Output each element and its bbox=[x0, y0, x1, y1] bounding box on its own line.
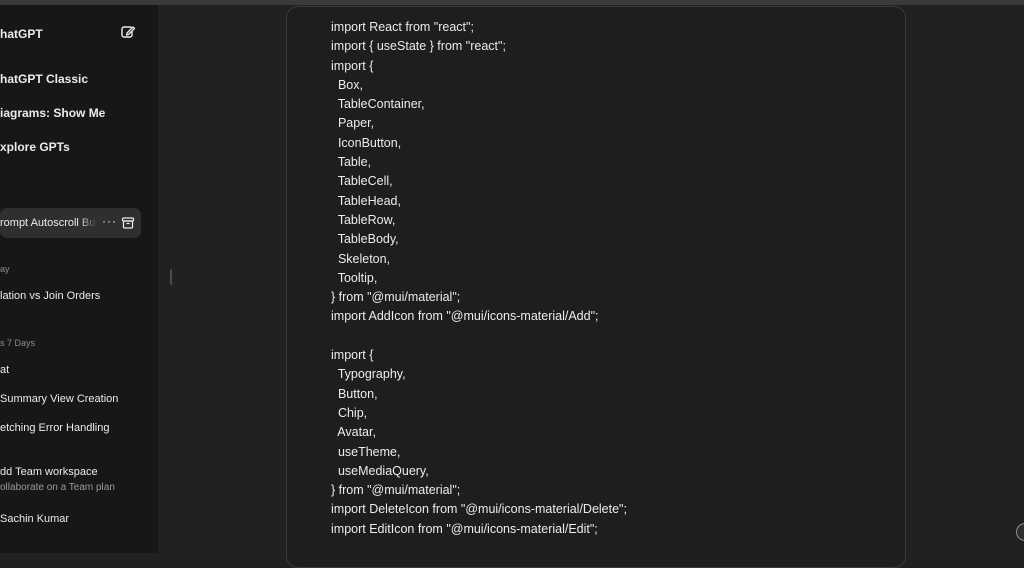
code-line: TableRow, bbox=[331, 212, 396, 227]
code-line: TableBody, bbox=[331, 232, 399, 247]
chat-item[interactable]: Summary View Creation bbox=[0, 393, 118, 405]
code-line: TableHead, bbox=[331, 193, 401, 208]
section-heading: s 7 Days bbox=[0, 338, 36, 348]
code-line: useTheme, bbox=[331, 444, 401, 459]
code-line: import AddIcon from "@mui/icons-material… bbox=[331, 309, 599, 324]
code-line: Button, bbox=[331, 386, 378, 401]
code-line: useMediaQuery, bbox=[331, 463, 429, 478]
more-options-button[interactable]: ··· bbox=[102, 214, 117, 228]
code-line: import React from "react"; bbox=[331, 20, 474, 34]
code-lines: import React from "react"; import { useSt… bbox=[331, 18, 627, 539]
sidebar-resize-handle[interactable] bbox=[170, 269, 172, 285]
chat-item[interactable]: at bbox=[0, 364, 9, 376]
code-line: } from "@mui/material"; bbox=[331, 483, 461, 498]
chat-item-label: rompt Autoscroll Bu bbox=[0, 217, 96, 229]
gpt-item[interactable]: iagrams: Show Me bbox=[0, 106, 105, 120]
code-line: } from "@mui/material"; bbox=[331, 290, 461, 305]
chat-item[interactable]: etching Error Handling bbox=[0, 422, 109, 434]
code-line: import { bbox=[331, 58, 374, 73]
code-line: Tooltip, bbox=[331, 270, 378, 285]
code-line: Table, bbox=[331, 155, 372, 170]
team-title: dd Team workspace bbox=[0, 466, 98, 478]
edit-icon[interactable] bbox=[120, 24, 136, 40]
section-heading: ay bbox=[0, 264, 10, 274]
chat-item-active[interactable]: rompt Autoscroll Bu ··· bbox=[0, 208, 141, 238]
code-line: Chip, bbox=[331, 405, 368, 420]
code-line: Typography, bbox=[331, 367, 406, 382]
code-line: import { useState } from "react"; bbox=[331, 39, 506, 54]
code-line: Avatar, bbox=[331, 425, 376, 440]
code-line: import EditIcon from "@mui/icons-materia… bbox=[331, 521, 598, 536]
user-name[interactable]: Sachin Kumar bbox=[0, 513, 69, 525]
app-title[interactable]: hatGPT bbox=[0, 27, 43, 41]
code-line: import { bbox=[331, 348, 374, 363]
sidebar: hatGPT hatGPT Classic iagrams: Show Me x… bbox=[0, 5, 158, 553]
code-line: TableCell, bbox=[331, 174, 393, 189]
team-subtitle: ollaborate on a Team plan bbox=[0, 482, 115, 493]
code-line: Skeleton, bbox=[331, 251, 391, 266]
code-line: import DeleteIcon from "@mui/icons-mater… bbox=[331, 502, 627, 517]
code-line: Box, bbox=[331, 77, 363, 92]
gpt-item[interactable]: hatGPT Classic bbox=[0, 72, 88, 86]
chat-item[interactable]: lation vs Join Orders bbox=[0, 290, 100, 302]
code-line: IconButton, bbox=[331, 135, 402, 150]
code-line: Paper, bbox=[331, 116, 375, 131]
help-button[interactable] bbox=[1016, 523, 1024, 541]
archive-icon[interactable] bbox=[121, 216, 135, 230]
gpt-item[interactable]: xplore GPTs bbox=[0, 140, 70, 154]
code-line: TableContainer, bbox=[331, 97, 425, 112]
